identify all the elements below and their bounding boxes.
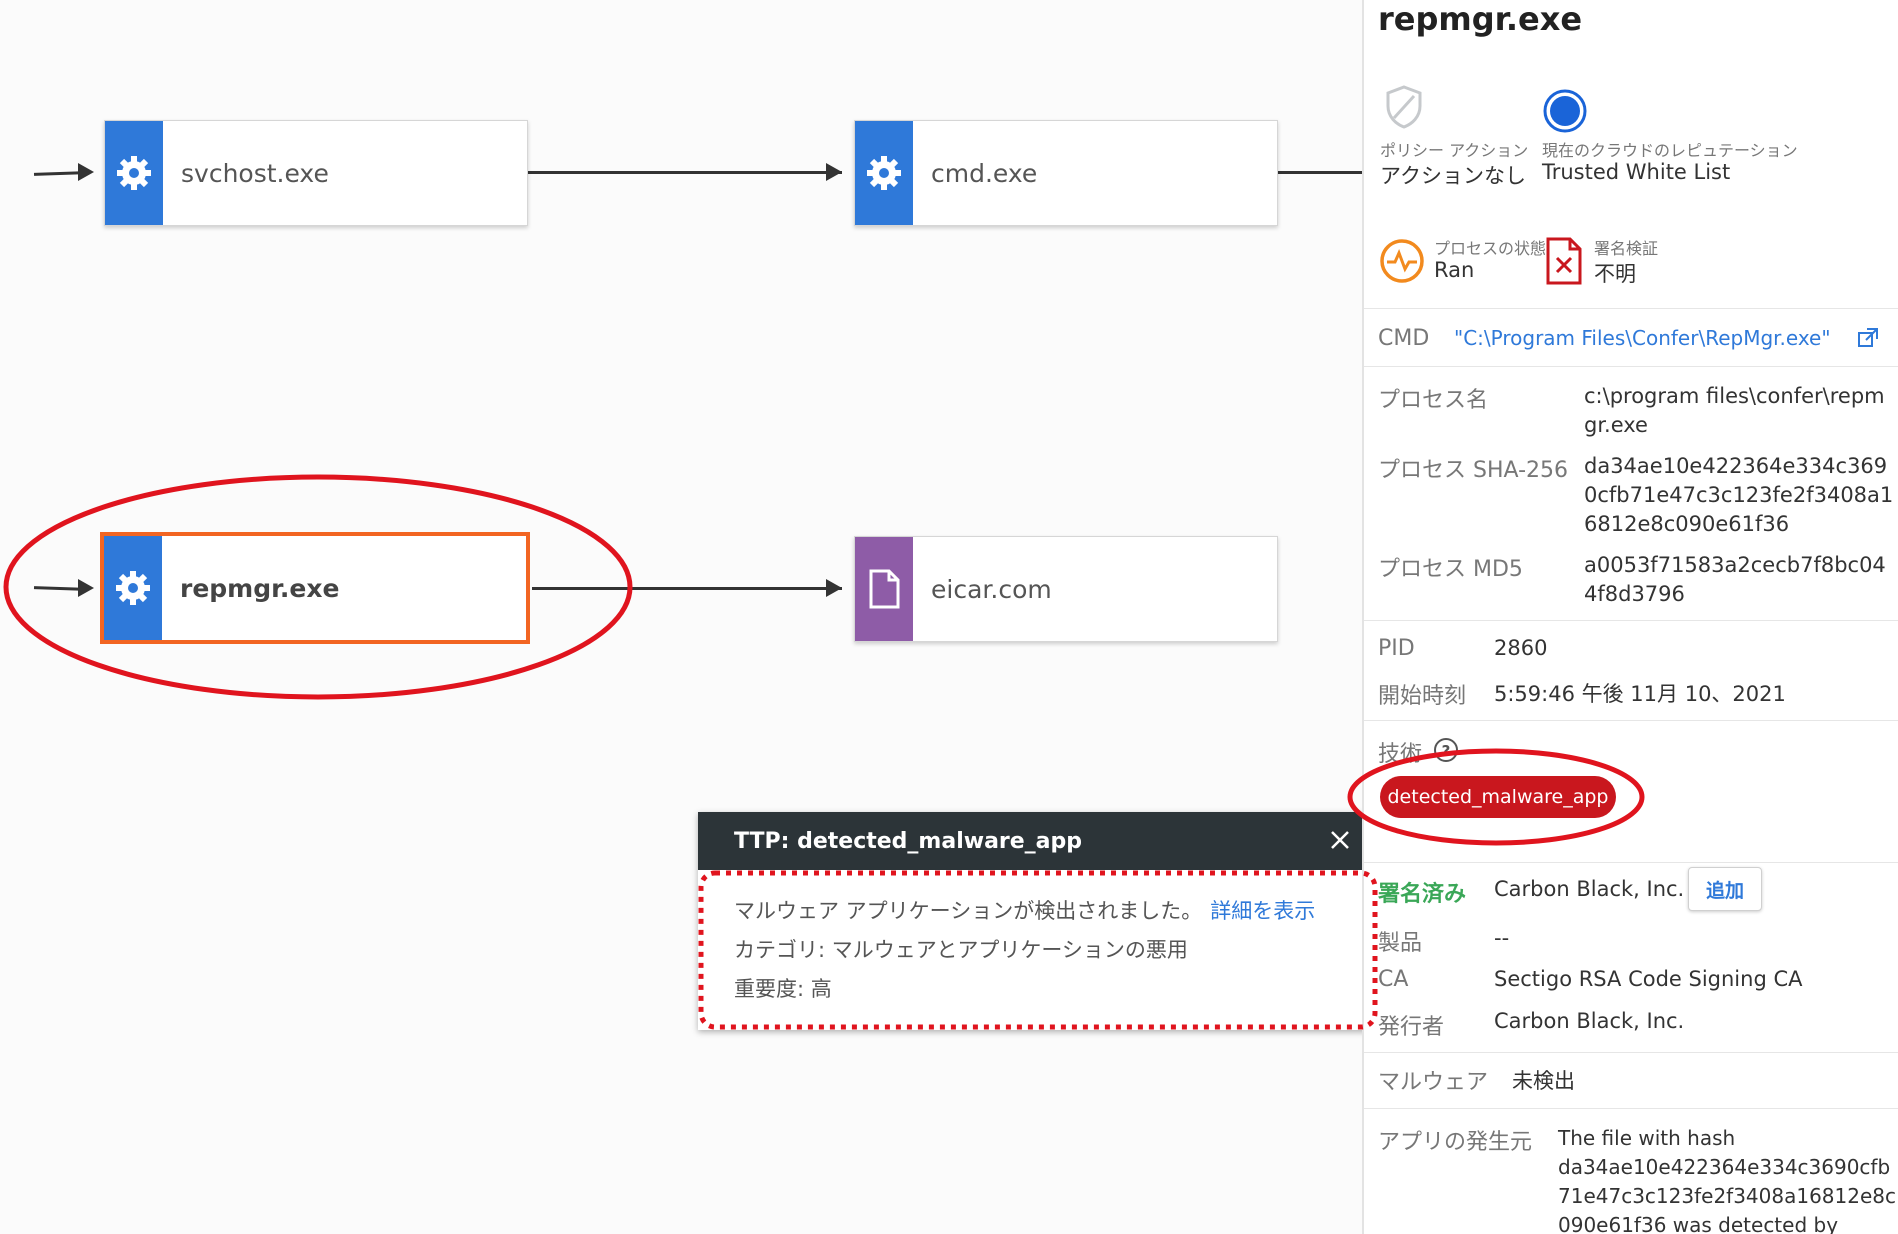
node-label: cmd.exe: [931, 158, 1038, 188]
issuer-label: 発行者: [1378, 1015, 1445, 1040]
edge-cmd-out: [1276, 171, 1362, 174]
node-label: eicar.com: [931, 574, 1052, 604]
app-origin-value: The file with hash da34ae10e422364e334c3…: [1558, 1126, 1897, 1234]
process-state-value: Ran: [1434, 258, 1475, 282]
ttp-popup: TTP: detected_malware_app マルウェア アプリケーション…: [698, 812, 1374, 1030]
sha256-value: da34ae10e422364e334c3690cfb71e47c3c123fe…: [1584, 454, 1894, 536]
technique-badge[interactable]: detected_malware_app: [1380, 776, 1616, 818]
reputation-circle-icon: [1542, 88, 1588, 138]
help-icon[interactable]: ?: [1432, 736, 1460, 768]
divider: [1364, 720, 1898, 721]
product-value: --: [1494, 926, 1510, 950]
md5-label: プロセス MD5: [1378, 557, 1523, 582]
show-details-link[interactable]: 詳細を表示: [1210, 899, 1315, 923]
file-icon: [855, 537, 913, 641]
ttp-popup-title: TTP: detected_malware_app: [734, 828, 1083, 854]
policy-action-value: アクションなし: [1380, 164, 1526, 188]
start-time-value: 5:59:46 午後 11月 10、2021: [1494, 682, 1786, 706]
pid-value: 2860: [1494, 636, 1548, 660]
gear-icon: [104, 536, 162, 640]
close-icon[interactable]: [1324, 824, 1356, 856]
divider: [1364, 1108, 1898, 1109]
reputation-label: 現在のクラウドのレピュテーション: [1542, 141, 1798, 160]
panel-title: repmgr.exe: [1378, 0, 1583, 38]
signature-value: 不明: [1594, 262, 1636, 286]
md5-value: a0053f71583a2cecb7f8bc044f8d3796: [1584, 553, 1886, 606]
divider: [1364, 620, 1898, 621]
arrowhead: [78, 163, 94, 181]
signed-value: Carbon Black, Inc.: [1494, 877, 1685, 901]
ttp-popup-header: TTP: detected_malware_app: [698, 812, 1374, 870]
node-repmgr-selected[interactable]: repmgr.exe: [100, 532, 530, 644]
policy-action-label: ポリシー アクション: [1380, 141, 1529, 160]
signature-label: 署名検証: [1594, 239, 1659, 258]
details-panel: repmgr.exe ポリシー アクション アクションなし 現在のクラウドのレピ…: [1362, 0, 1898, 1234]
ttp-category: カテゴリ: マルウェアとアプリケーションの悪用: [734, 938, 1188, 962]
divider: [1364, 366, 1898, 367]
sha256-label: プロセス SHA-256: [1378, 458, 1568, 483]
reputation-value: Trusted White List: [1542, 160, 1731, 184]
activity-icon: [1378, 237, 1426, 289]
gear-icon: [855, 121, 913, 225]
product-label: 製品: [1378, 931, 1423, 956]
start-time-label: 開始時刻: [1378, 684, 1467, 709]
issuer-value: Carbon Black, Inc.: [1494, 1009, 1685, 1033]
ttp-message: マルウェア アプリケーションが検出されました。: [734, 899, 1203, 923]
node-label: svchost.exe: [181, 158, 329, 188]
arrowhead: [826, 579, 842, 597]
process-state-label: プロセスの状態: [1434, 239, 1547, 258]
edge-svchost-cmd: [528, 171, 842, 174]
divider: [1364, 862, 1898, 863]
arrowhead: [826, 163, 842, 181]
process-tree-canvas[interactable]: svchost.exe cmd.exe repmgr.exe eicar.com: [0, 0, 1362, 1234]
ca-label: CA: [1378, 967, 1409, 992]
node-eicar[interactable]: eicar.com: [854, 536, 1278, 642]
file-x-icon: [1544, 236, 1584, 290]
shield-icon: [1384, 84, 1424, 134]
node-label: repmgr.exe: [180, 573, 340, 603]
pid-label: PID: [1378, 636, 1415, 661]
technique-label: 技術: [1378, 742, 1423, 767]
edge-repmgr-eicar: [532, 587, 842, 590]
divider: [1364, 1052, 1898, 1053]
process-name-label: プロセス名: [1378, 388, 1489, 413]
cmd-value[interactable]: "C:\Program Files\Confer\RepMgr.exe": [1454, 326, 1831, 350]
add-button[interactable]: 追加: [1688, 867, 1762, 911]
gear-icon: [105, 121, 163, 225]
node-cmd[interactable]: cmd.exe: [854, 120, 1278, 226]
svg-text:?: ?: [1442, 742, 1451, 760]
divider: [1364, 308, 1898, 309]
external-link-icon[interactable]: [1856, 326, 1880, 354]
ca-value: Sectigo RSA Code Signing CA: [1494, 967, 1803, 991]
malware-label: マルウェア: [1378, 1070, 1489, 1095]
node-svchost[interactable]: svchost.exe: [104, 120, 528, 226]
process-name-value: c:\program files\confer\repmgr.exe: [1584, 384, 1885, 437]
ttp-severity: 重要度: 高: [734, 977, 832, 1001]
malware-value: 未検出: [1512, 1069, 1575, 1093]
ttp-popup-body: マルウェア アプリケーションが検出されました。 詳細を表示 カテゴリ: マルウェア…: [698, 870, 1374, 1009]
cmd-label: CMD: [1378, 326, 1430, 351]
arrowhead: [78, 579, 94, 597]
signed-label: 署名済み: [1378, 882, 1467, 907]
app-origin-label: アプリの発生元: [1378, 1130, 1533, 1155]
